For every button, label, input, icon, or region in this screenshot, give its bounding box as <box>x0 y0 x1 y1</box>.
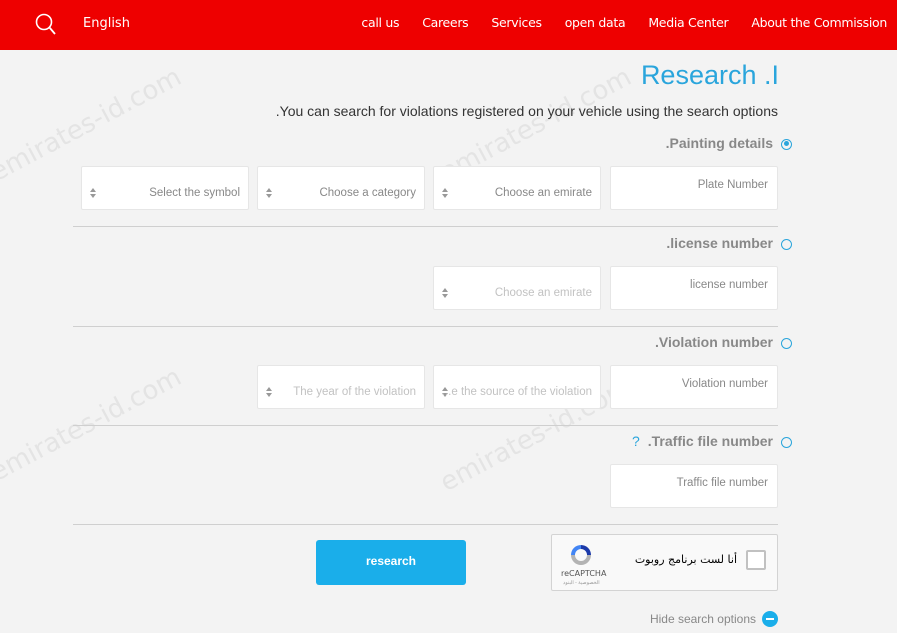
nav-media-center[interactable]: Media Center <box>648 15 728 30</box>
search-button[interactable]: research <box>316 540 466 585</box>
select-arrows-icon <box>442 288 449 299</box>
section-violation-title: .Violation number <box>655 334 773 350</box>
license-number-field <box>610 266 778 310</box>
license-number-input[interactable] <box>611 267 777 309</box>
section-license-label[interactable]: .license number <box>666 235 792 251</box>
recaptcha-logo-icon <box>571 545 591 565</box>
divider <box>73 524 778 525</box>
section-plate-title: .Painting details <box>665 135 773 151</box>
page-title: Research .I <box>640 60 779 90</box>
section-traffic-label[interactable]: ? .Traffic file number <box>632 433 792 449</box>
violation-source-placeholder: ...e the source of the violation <box>441 386 592 398</box>
radio-plate[interactable] <box>781 138 792 150</box>
help-icon[interactable]: ? <box>632 433 640 449</box>
select-arrows-icon <box>266 188 273 199</box>
section-plate-label[interactable]: .Painting details <box>666 135 792 151</box>
main-nav: call us Careers Services open data Media… <box>338 15 887 30</box>
select-arrows-icon <box>442 188 449 199</box>
violation-number-input[interactable] <box>611 366 777 408</box>
plate-number-field <box>610 166 778 210</box>
traffic-file-field <box>610 464 778 508</box>
recaptcha-checkbox[interactable] <box>746 550 766 570</box>
radio-violation[interactable] <box>781 337 792 349</box>
nav-about-commission[interactable]: About the Commission <box>751 15 887 30</box>
section-traffic-title: .Traffic file number <box>647 433 773 449</box>
recaptcha-label: أنا لست برنامج روبوت <box>634 553 737 566</box>
divider <box>73 326 778 327</box>
violation-number-field <box>610 365 778 409</box>
language-switch[interactable]: English <box>83 16 130 31</box>
recaptcha-brand: reCAPTCHA <box>561 569 607 578</box>
nav-open-data[interactable]: open data <box>565 15 626 30</box>
hide-search-options[interactable]: Hide search options <box>650 611 778 627</box>
top-navigation-bar: English call us Careers Services open da… <box>0 0 897 50</box>
symbol-select-placeholder: Select the symbol <box>149 187 240 199</box>
radio-license[interactable] <box>781 238 792 250</box>
violation-year-placeholder: The year of the violation <box>293 386 416 398</box>
category-select[interactable]: Choose a category <box>257 166 425 210</box>
traffic-file-input[interactable] <box>611 465 777 507</box>
nav-services[interactable]: Services <box>491 15 542 30</box>
license-emirate-placeholder: Choose an emirate <box>494 287 592 299</box>
section-license-title: .license number <box>666 235 773 251</box>
violation-source-select[interactable]: ...e the source of the violation <box>433 365 601 409</box>
license-emirate-select[interactable]: Choose an emirate <box>433 266 601 310</box>
search-icon[interactable] <box>35 13 57 37</box>
plate-emirate-placeholder: Choose an emirate <box>494 187 592 199</box>
plate-number-input[interactable] <box>611 167 777 209</box>
violation-year-select[interactable]: The year of the violation <box>257 365 425 409</box>
select-arrows-icon <box>266 387 273 398</box>
category-select-placeholder: Choose a category <box>319 187 416 199</box>
divider <box>73 425 778 426</box>
radio-traffic[interactable] <box>781 436 792 448</box>
section-violation-label[interactable]: .Violation number <box>655 334 792 350</box>
hide-search-options-label: Hide search options <box>649 612 756 626</box>
symbol-select[interactable]: Select the symbol <box>81 166 249 210</box>
nav-call-us[interactable]: call us <box>361 15 399 30</box>
plate-emirate-select[interactable]: Choose an emirate <box>433 166 601 210</box>
recaptcha-terms[interactable]: الخصوصية - البنود <box>563 580 600 586</box>
nav-careers[interactable]: Careers <box>422 15 468 30</box>
divider <box>73 226 778 227</box>
minus-circle-icon[interactable] <box>762 611 778 627</box>
page-intro: .You can search for violations registere… <box>275 103 778 119</box>
recaptcha-widget: أنا لست برنامج روبوت reCAPTCHA الخصوصية … <box>551 534 778 591</box>
select-arrows-icon <box>90 188 97 199</box>
